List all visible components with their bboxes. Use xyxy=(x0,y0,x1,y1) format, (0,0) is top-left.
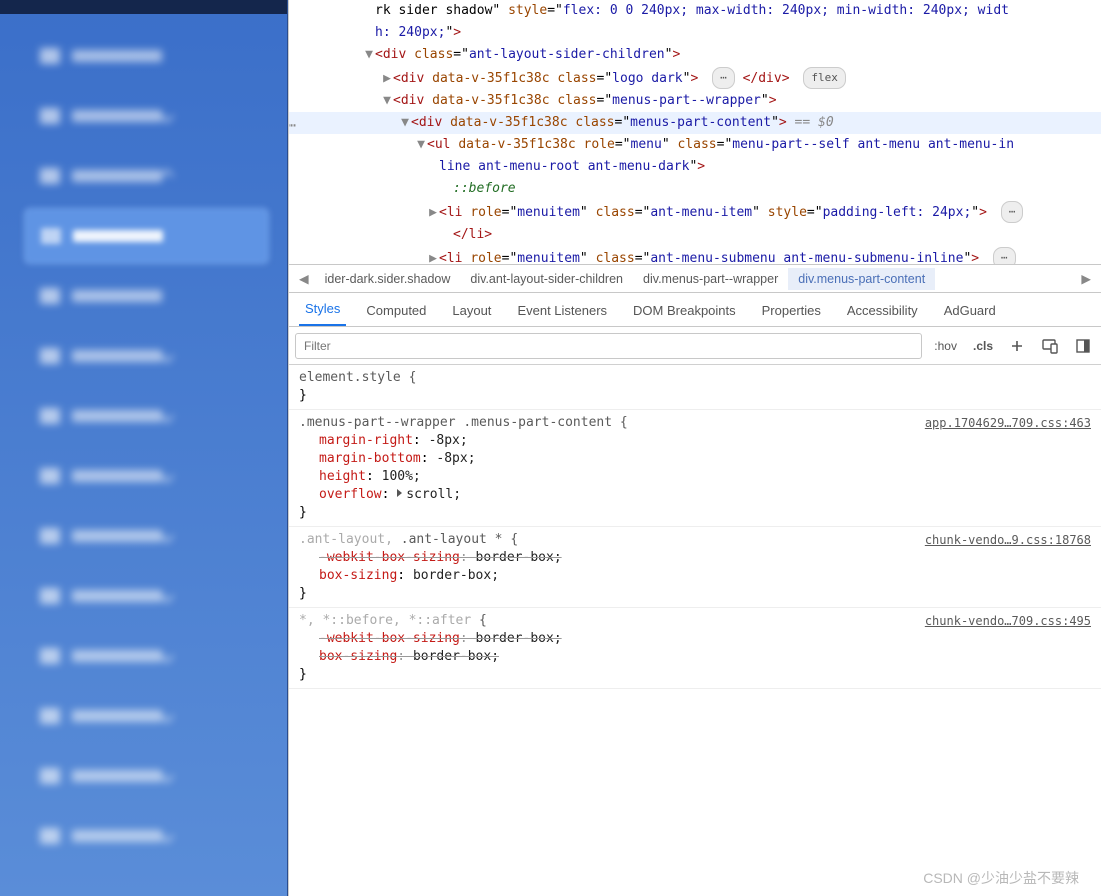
elements-tree[interactable]: rk sider shadow" style="flex: 0 0 240px;… xyxy=(289,0,1101,265)
cls-toggle[interactable]: .cls xyxy=(969,337,997,355)
breadcrumb-item[interactable]: div.menus-part--wrapper xyxy=(633,268,788,290)
dom-node[interactable]: h: 240px;"> xyxy=(289,22,1101,44)
sidebar-item-1[interactable] xyxy=(24,88,269,144)
sidebar-item-0[interactable] xyxy=(24,28,269,84)
styles-tabs: Styles Computed Layout Event Listeners DOM B… xyxy=(289,293,1101,327)
dom-node[interactable]: ▼<ul data-v-35f1c38c role="menu" class="… xyxy=(289,134,1101,156)
tab-computed[interactable]: Computed xyxy=(360,295,432,326)
breadcrumb-item[interactable]: div.menus-part-content xyxy=(788,268,935,290)
styles-rules[interactable]: element.style {}.menus-part--wrapper .me… xyxy=(289,365,1101,896)
panel-dock-icon[interactable] xyxy=(1071,336,1095,356)
sidebar-item-10[interactable] xyxy=(24,628,269,684)
tab-properties[interactable]: Properties xyxy=(756,295,827,326)
dom-node[interactable]: rk sider shadow" style="flex: 0 0 240px;… xyxy=(289,0,1101,22)
sidebar-item-9[interactable] xyxy=(24,568,269,624)
tab-accessibility[interactable]: Accessibility xyxy=(841,295,924,326)
sidebar-item-4[interactable] xyxy=(24,268,269,324)
css-rule[interactable]: *, *::before, *::after {chunk-vendo…709.… xyxy=(289,608,1101,689)
device-icon[interactable] xyxy=(1037,336,1063,356)
tab-dom-breakpoints[interactable]: DOM Breakpoints xyxy=(627,295,742,326)
sidebar-item-8[interactable] xyxy=(24,508,269,564)
tab-styles[interactable]: Styles xyxy=(299,293,346,326)
dom-node[interactable]: line ant-menu-root ant-menu-dark"> xyxy=(289,156,1101,178)
breadcrumb-prev[interactable]: ◀ xyxy=(293,271,315,286)
dom-node[interactable]: ▶<li role="menuitem" class="ant-menu-sub… xyxy=(289,246,1101,265)
sidebar-item-13[interactable] xyxy=(24,808,269,864)
devtools-panel: rk sider shadow" style="flex: 0 0 240px;… xyxy=(288,0,1101,896)
sidebar-item-12[interactable] xyxy=(24,748,269,804)
breadcrumb-next[interactable]: ▶ xyxy=(1075,271,1097,286)
breadcrumb-item[interactable]: div.ant-layout-sider-children xyxy=(460,268,633,290)
dom-node[interactable]: ⋯▼<div data-v-35f1c38c class="menus-part… xyxy=(289,112,1101,134)
tab-layout[interactable]: Layout xyxy=(446,295,497,326)
css-rule[interactable]: .ant-layout, .ant-layout * {chunk-vendo…… xyxy=(289,527,1101,608)
rule-source-link[interactable]: chunk-vendo…9.css:18768 xyxy=(925,531,1091,549)
css-rule[interactable]: .menus-part--wrapper .menus-part-content… xyxy=(289,410,1101,527)
dom-node[interactable]: </li> xyxy=(289,224,1101,246)
dom-node[interactable]: ::before xyxy=(289,178,1101,200)
rule-source-link[interactable]: app.1704629…709.css:463 xyxy=(925,414,1091,432)
dom-node[interactable]: ▼<div class="ant-layout-sider-children"> xyxy=(289,44,1101,66)
tab-event-listeners[interactable]: Event Listeners xyxy=(511,295,613,326)
dom-node[interactable]: ▶<div data-v-35f1c38c class="logo dark">… xyxy=(289,66,1101,90)
styles-toolbar: :hov .cls xyxy=(289,327,1101,365)
sidebar-item-11[interactable] xyxy=(24,688,269,744)
dom-node[interactable]: ▶<li role="menuitem" class="ant-menu-ite… xyxy=(289,200,1101,224)
dom-breadcrumb: ◀ ider-dark.sider.shadowdiv.ant-layout-s… xyxy=(289,265,1101,293)
css-rule[interactable]: element.style {} xyxy=(289,365,1101,410)
dom-node[interactable]: ▼<div data-v-35f1c38c class="menus-part-… xyxy=(289,90,1101,112)
sidebar-item-3[interactable] xyxy=(24,208,269,264)
filter-input[interactable] xyxy=(295,333,922,359)
sidebar-item-7[interactable] xyxy=(24,448,269,504)
tab-adguard[interactable]: AdGuard xyxy=(938,295,1002,326)
sidebar-item-6[interactable] xyxy=(24,388,269,444)
sidebar-item-2[interactable] xyxy=(24,148,269,204)
app-sidebar xyxy=(0,0,288,896)
new-rule-button[interactable] xyxy=(1005,336,1029,356)
sidebar-item-5[interactable] xyxy=(24,328,269,384)
breadcrumb-item[interactable]: ider-dark.sider.shadow xyxy=(315,268,461,290)
hov-toggle[interactable]: :hov xyxy=(930,337,961,355)
rule-source-link[interactable]: chunk-vendo…709.css:495 xyxy=(925,612,1091,630)
